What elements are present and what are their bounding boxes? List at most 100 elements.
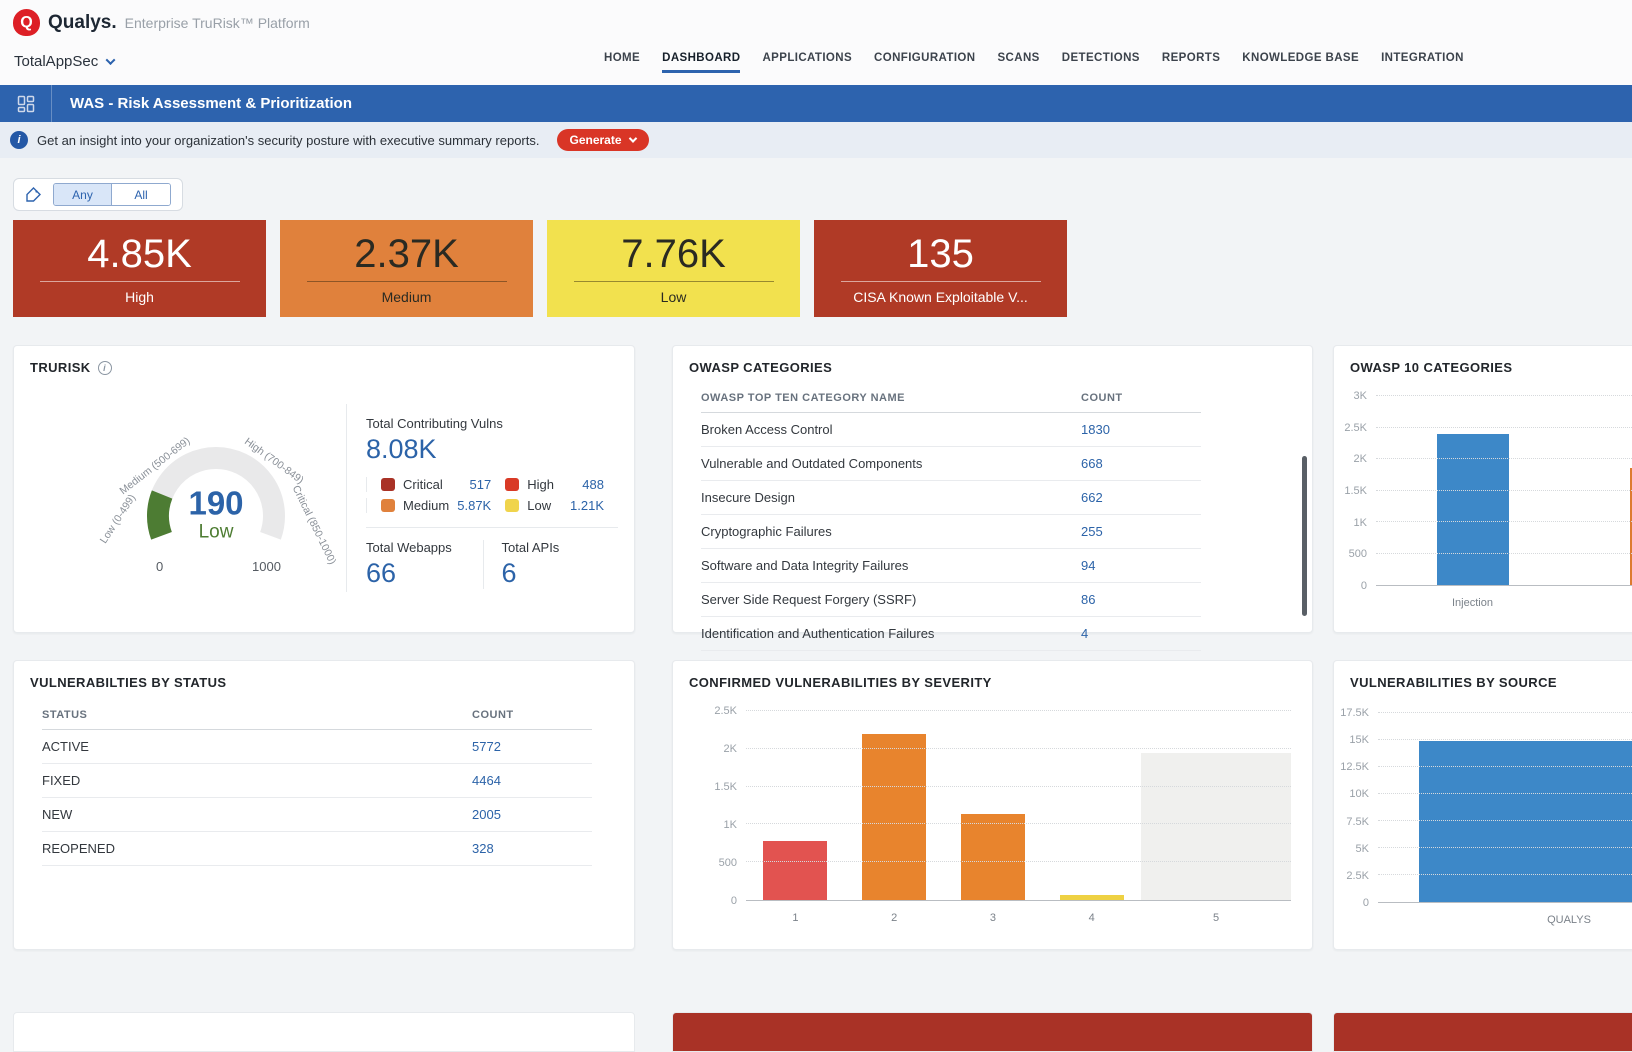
tag-match-all-button[interactable]: All [112,184,170,205]
brand-suffix: Enterprise TruRisk™ Platform [125,15,310,31]
column-header-count[interactable]: COUNT [1081,392,1201,404]
contributing-vulns-value[interactable]: 8.08K [366,434,618,465]
tag-match-any-button[interactable]: Any [54,184,112,205]
category-count[interactable]: 1830 [1081,422,1201,437]
dashboard-picker-button[interactable] [0,85,52,122]
kpi-value: 4.85K [87,233,192,275]
table-row[interactable]: FIXED 4464 [42,764,592,798]
nav-item[interactable]: DETECTIONS [1062,52,1140,73]
info-icon: i [10,131,28,149]
nav-item[interactable]: INTEGRATION [1381,52,1464,73]
nav-item[interactable]: DASHBOARD [662,52,740,73]
nav-item[interactable]: CONFIGURATION [874,52,975,73]
legend-count[interactable]: 488 [582,477,604,492]
bar-Injection[interactable] [1437,434,1509,585]
table-row[interactable]: Software and Data Integrity Failures 94 [701,549,1201,583]
dashboard-grid-icon [17,95,35,113]
nav-item[interactable]: APPLICATIONS [762,52,852,73]
kpi-tile[interactable]: 2.37K Medium [280,220,533,317]
table-row[interactable]: ACTIVE 5772 [42,730,592,764]
column-header-name[interactable]: OWASP TOP TEN CATEGORY NAME [701,392,1081,404]
legend-count[interactable]: 517 [470,477,492,492]
owasp-categories-table: OWASP TOP TEN CATEGORY NAME COUNT Broken… [701,386,1201,651]
bar-2[interactable] [862,734,926,900]
status-count[interactable]: 328 [472,841,592,856]
trurisk-rating: Low [188,521,243,543]
kpi-label: CISA Known Exploitable V... [853,289,1028,305]
kpi-tile[interactable]: 135 CISA Known Exploitable V... [814,220,1067,317]
kpi-tile[interactable]: 7.76K Low [547,220,800,317]
brand-name: Qualys. [48,12,117,34]
category-name: Server Side Request Forgery (SSRF) [701,592,1081,607]
kpi-tile[interactable]: 4.85K High [13,220,266,317]
category-count[interactable]: 94 [1081,558,1201,573]
qualys-logo: Q Qualys. Enterprise TruRisk™ Platform [13,9,310,36]
y-axis: 05001K1.5K2K2.5K3K [1342,396,1376,586]
table-row[interactable]: Broken Access Control 1830 [701,413,1201,447]
plot-area: InjectionSecurity... [1376,396,1632,586]
kpi-label: Medium [382,289,432,305]
category-count[interactable]: 255 [1081,524,1201,539]
legend-name: High [527,477,554,492]
status-count[interactable]: 5772 [472,739,592,754]
tag-filter: Any All [13,178,183,211]
plot-area: QUALYS [1378,713,1632,903]
status-count[interactable]: 4464 [472,773,592,788]
table-row[interactable]: Vulnerable and Outdated Components 668 [701,447,1201,481]
category-name: Identification and Authentication Failur… [701,626,1081,641]
generate-button[interactable]: Generate [557,129,649,151]
status-name: ACTIVE [42,739,472,754]
scrollbar[interactable] [1302,456,1307,616]
table-header: OWASP TOP TEN CATEGORY NAME COUNT [701,386,1201,413]
bar-5[interactable] [1141,753,1291,900]
status-count[interactable]: 2005 [472,807,592,822]
vertical-divider [346,404,347,592]
bar-1[interactable] [763,841,827,900]
source-chart-card: VULNERABILITIES BY SOURCE 02.5K5K7.5K10K… [1333,660,1632,950]
legend-item: Medium 5.87K [366,498,505,513]
severity-chart-card: CONFIRMED VULNERABILITIES BY SEVERITY 05… [672,660,1313,950]
trurisk-card-title: TRURISK [30,360,91,375]
source-chart-title: VULNERABILITIES BY SOURCE [1350,675,1557,690]
category-count[interactable]: 86 [1081,592,1201,607]
main-nav: HOME DASHBOARD APPLICATIONS CONFIGURATIO… [604,52,1464,73]
module-selector[interactable]: TotalAppSec [14,53,114,70]
nav-item[interactable]: REPORTS [1162,52,1220,73]
category-name: Cryptographic Failures [701,524,1081,539]
legend-swatch [381,478,395,491]
owasp-categories-title: OWASP CATEGORIES [689,360,832,375]
qualys-logo-icon: Q [13,9,40,36]
nav-item[interactable]: KNOWLEDGE BASE [1242,52,1359,73]
table-row[interactable]: Insecure Design 662 [701,481,1201,515]
category-count[interactable]: 662 [1081,490,1201,505]
total-webapps-value[interactable]: 66 [366,558,483,589]
trurisk-card: TRURISK i 190 Low Low (0-499) Medium (50… [13,345,635,633]
bar-3[interactable] [961,814,1025,900]
category-count[interactable]: 668 [1081,456,1201,471]
legend-name: Medium [403,498,449,513]
table-row[interactable]: REOPENED 328 [42,832,592,866]
card-accent-bar [1334,1013,1632,1051]
table-row[interactable]: Server Side Request Forgery (SSRF) 86 [701,583,1201,617]
kpi-divider [307,281,507,282]
generate-button-label: Generate [570,133,622,147]
category-count[interactable]: 4 [1081,626,1201,641]
column-header-count[interactable]: COUNT [472,709,592,721]
info-icon[interactable]: i [98,361,112,375]
bar-4[interactable] [1060,895,1124,900]
nav-item[interactable]: HOME [604,52,640,73]
table-row[interactable]: Cryptographic Failures 255 [701,515,1201,549]
info-bar: i Get an insight into your organization'… [0,122,1632,158]
category-name: Broken Access Control [701,422,1081,437]
table-row[interactable]: NEW 2005 [42,798,592,832]
column-header-status[interactable]: STATUS [42,709,472,721]
legend-count[interactable]: 1.21K [570,498,604,513]
total-apis-label: Total APIs [502,540,619,555]
table-row[interactable]: Identification and Authentication Failur… [701,617,1201,651]
nav-item[interactable]: SCANS [997,52,1039,73]
owasp-categories-card: OWASP CATEGORIES OWASP TOP TEN CATEGORY … [672,345,1313,633]
tag-match-segmented-control: Any All [53,183,171,206]
source-chart: 02.5K5K7.5K10K12.5K15K17.5K QUALYS [1340,713,1632,903]
legend-count[interactable]: 5.87K [457,498,491,513]
total-apis-value[interactable]: 6 [502,558,619,589]
